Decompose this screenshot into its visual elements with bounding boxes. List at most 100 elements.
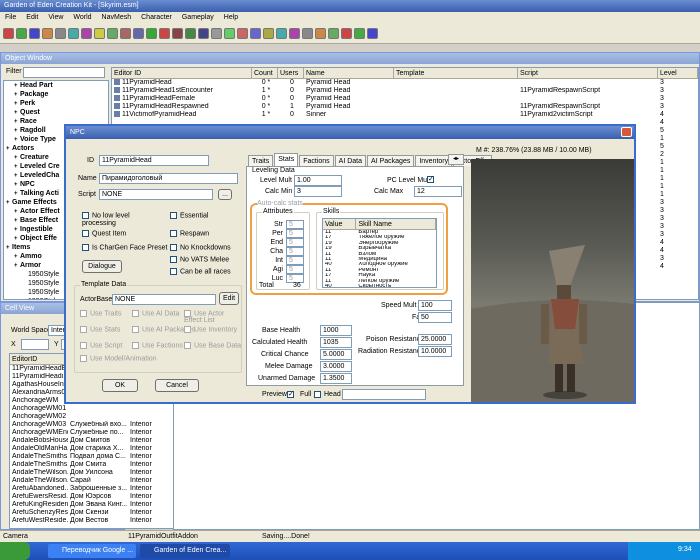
tree-item[interactable]: + Package <box>6 90 108 99</box>
attribute-input[interactable]: 5 <box>286 256 304 265</box>
menu-world[interactable]: World <box>68 12 96 24</box>
column-header[interactable]: Users <box>278 68 304 78</box>
preview-field[interactable] <box>342 389 426 400</box>
filter-input[interactable] <box>23 67 105 78</box>
calc-min-input[interactable]: 3 <box>294 186 342 197</box>
task-geck[interactable]: Garden of Eden Crea... <box>140 544 230 558</box>
critical-input[interactable]: 5.0000 <box>320 349 352 360</box>
toolbar-button-icon[interactable] <box>146 28 157 39</box>
list-item[interactable]: ArefuWestReside... Дом Вестов Interior <box>10 517 173 525</box>
ok-button[interactable]: OK <box>102 379 138 392</box>
task-translator[interactable]: Переводчик Google ... <box>48 544 136 558</box>
toolbar-button-icon[interactable] <box>133 28 144 39</box>
toolbar-button-icon[interactable] <box>159 28 170 39</box>
template-checkbox[interactable]: Use Inventory <box>184 326 237 333</box>
script-browse-button[interactable]: ... <box>218 189 232 200</box>
tab-factions[interactable]: Factions <box>299 155 334 166</box>
checkbox-box[interactable] <box>170 268 177 275</box>
toolbar-button-icon[interactable] <box>302 28 313 39</box>
checkbox-box[interactable] <box>132 342 139 349</box>
column-header[interactable]: Name <box>304 68 394 78</box>
menu-character[interactable]: Character <box>136 12 177 24</box>
table-row[interactable]: 11PyramidHeadRespawned 0 * 1 Pyramid Head 11… <box>112 103 698 111</box>
list-item[interactable]: AnchorageWM01 <box>10 405 173 413</box>
toolbar-button-icon[interactable] <box>315 28 326 39</box>
checkbox-box[interactable] <box>170 244 177 251</box>
toolbar-button-icon[interactable] <box>68 28 79 39</box>
toolbar-button-icon[interactable] <box>94 28 105 39</box>
list-item[interactable]: AnchorageWM03 Служебный вхо... Interior <box>10 421 173 429</box>
template-checkbox[interactable]: Use Traits <box>80 310 122 317</box>
flag-checkbox[interactable]: Is CharGen Face Preset <box>82 244 167 251</box>
close-icon[interactable] <box>621 127 632 137</box>
npc-id-input[interactable]: 11PyramidHead <box>99 155 209 166</box>
checkbox-box[interactable] <box>80 310 87 317</box>
flag-checkbox[interactable]: No Knockdowns <box>170 244 231 251</box>
list-item[interactable]: AndaleBobsHouse Дом Смитов Interior <box>10 437 173 445</box>
start-button[interactable] <box>0 542 30 560</box>
head-checkbox[interactable] <box>314 391 321 398</box>
flag-checkbox[interactable]: No VATS Melee <box>170 256 229 263</box>
skills-col-value[interactable]: Value <box>323 219 357 229</box>
checkbox-box[interactable] <box>184 342 191 349</box>
toolbar-button-icon[interactable] <box>172 28 183 39</box>
tab-ai-data[interactable]: AI Data <box>334 155 367 166</box>
toolbar-button-icon[interactable] <box>237 28 248 39</box>
toolbar-button-icon[interactable] <box>367 28 378 39</box>
column-header[interactable]: Count <box>252 68 278 78</box>
menu-file[interactable]: File <box>0 12 21 24</box>
table-row[interactable]: 11PyramidHead1stEncounter 1 * 0 Pyramid Hea… <box>112 87 698 95</box>
checkbox-box[interactable] <box>184 326 191 333</box>
column-header[interactable]: Template <box>394 68 518 78</box>
list-item[interactable]: AndaleTheWilson... Дом Уилсона Interior <box>10 469 173 477</box>
list-item[interactable]: ArefuAbandoned... Заброшенные з... Interio… <box>10 485 173 493</box>
checkbox-box[interactable] <box>82 230 89 237</box>
level-mult-input[interactable]: 1.00 <box>294 175 342 186</box>
list-item[interactable]: ArefuSchenzyRes... Дом Скензи Interior <box>10 509 173 517</box>
tab-ai-packages[interactable]: AI Packages <box>367 155 415 166</box>
x-input[interactable] <box>21 339 49 350</box>
menu-help[interactable]: Help <box>219 12 243 24</box>
attribute-input[interactable]: 5 <box>286 247 304 256</box>
table-row[interactable]: 11PyramidHead 0 * 0 Pyramid Head 3 <box>112 79 698 87</box>
model-preview-viewport[interactable] <box>471 159 634 402</box>
column-header[interactable]: Editor ID <box>112 68 252 78</box>
attribute-input[interactable]: 5 <box>286 238 304 247</box>
toolbar-button-icon[interactable] <box>289 28 300 39</box>
table-row[interactable]: 11VictimofPyramidHead 1 * 0 Sinner 11Pyramid… <box>112 111 698 119</box>
speed-mult-input[interactable]: 100 <box>418 300 452 311</box>
skills-col-name[interactable]: Skill Name <box>356 219 436 229</box>
toolbar-button-icon[interactable] <box>341 28 352 39</box>
checkbox-box[interactable] <box>80 326 87 333</box>
toolbar-button-icon[interactable] <box>42 28 53 39</box>
list-item[interactable]: ArefuKingResiden...Дом Эвана Кинг...Inte… <box>10 501 173 509</box>
flag-checkbox[interactable]: Quest Item <box>82 230 126 237</box>
skills-list[interactable]: Value Skill Name 11 Бартер 17 Тяжелое оружи… <box>322 218 437 288</box>
table-row[interactable]: 11PyramidHeadFemale 0 * 0 Pyramid Head 3 <box>112 95 698 103</box>
column-header[interactable]: Script <box>518 68 658 78</box>
menu-edit[interactable]: Edit <box>21 12 43 24</box>
toolbar-button-icon[interactable] <box>185 28 196 39</box>
base-health-input[interactable]: 1000 <box>320 325 352 336</box>
checkbox-box[interactable] <box>82 244 89 251</box>
list-item[interactable]: AndaleOldManHa... Дом старика Х... Interio… <box>10 445 173 453</box>
tree-item[interactable]: + Quest <box>6 108 108 117</box>
tree-item[interactable]: + Perk <box>6 99 108 108</box>
tab-traits[interactable]: Traits <box>248 155 274 166</box>
flag-checkbox[interactable]: Essential <box>170 212 208 219</box>
tree-item[interactable]: + Head Part <box>6 81 108 90</box>
dialogue-button[interactable]: Dialogue <box>82 260 122 273</box>
cancel-button[interactable]: Cancel <box>155 379 199 392</box>
list-item[interactable]: AndaleTheSmiths... Подвал дома С... Interi… <box>10 453 173 461</box>
radiation-input[interactable]: 10.0000 <box>418 346 452 357</box>
checkbox-box[interactable] <box>184 310 191 317</box>
flag-checkbox[interactable]: No low level processing <box>82 212 152 228</box>
toolbar-button-icon[interactable] <box>29 28 40 39</box>
template-checkbox[interactable]: Use Factions <box>132 342 183 349</box>
checkbox-box[interactable] <box>170 230 177 237</box>
checkbox-box[interactable] <box>82 212 89 219</box>
checkbox-box[interactable] <box>170 212 177 219</box>
toolbar-button-icon[interactable] <box>328 28 339 39</box>
tab-inventory[interactable]: Inventory <box>415 155 453 166</box>
column-header[interactable]: Level <box>658 68 698 78</box>
